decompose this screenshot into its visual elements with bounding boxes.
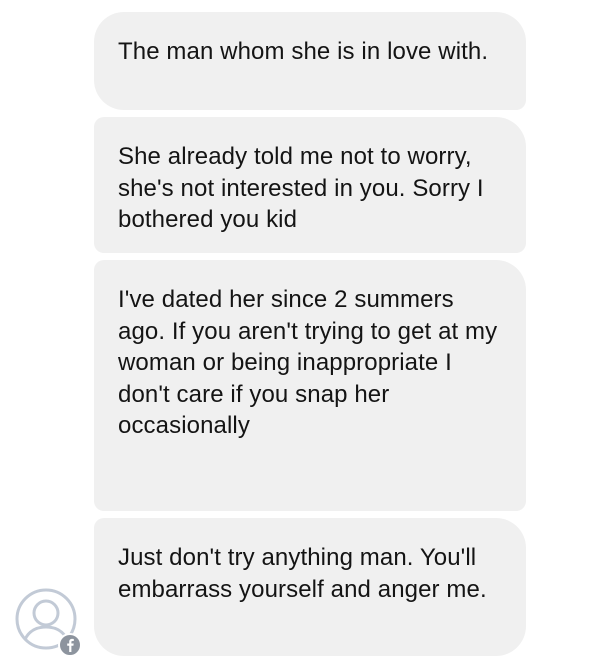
facebook-badge-icon — [58, 633, 82, 657]
message-bubble[interactable]: She already told me not to worry, she's … — [94, 117, 526, 253]
message-thread: The man whom she is in love with. She al… — [0, 0, 593, 670]
message-text: She already told me not to worry, she's … — [118, 143, 484, 234]
message-text: The man whom she is in love with. — [118, 38, 489, 65]
facebook-badge — [58, 633, 82, 657]
message-bubble[interactable]: The man whom she is in love with. — [94, 12, 526, 110]
message-bubble[interactable]: I've dated her since 2 summers ago. If y… — [94, 260, 526, 511]
message-text: Just don't try anything man. You'll emba… — [118, 544, 487, 603]
message-text: I've dated her since 2 summers ago. If y… — [118, 286, 498, 440]
message-bubble[interactable]: Just don't try anything man. You'll emba… — [94, 518, 526, 656]
